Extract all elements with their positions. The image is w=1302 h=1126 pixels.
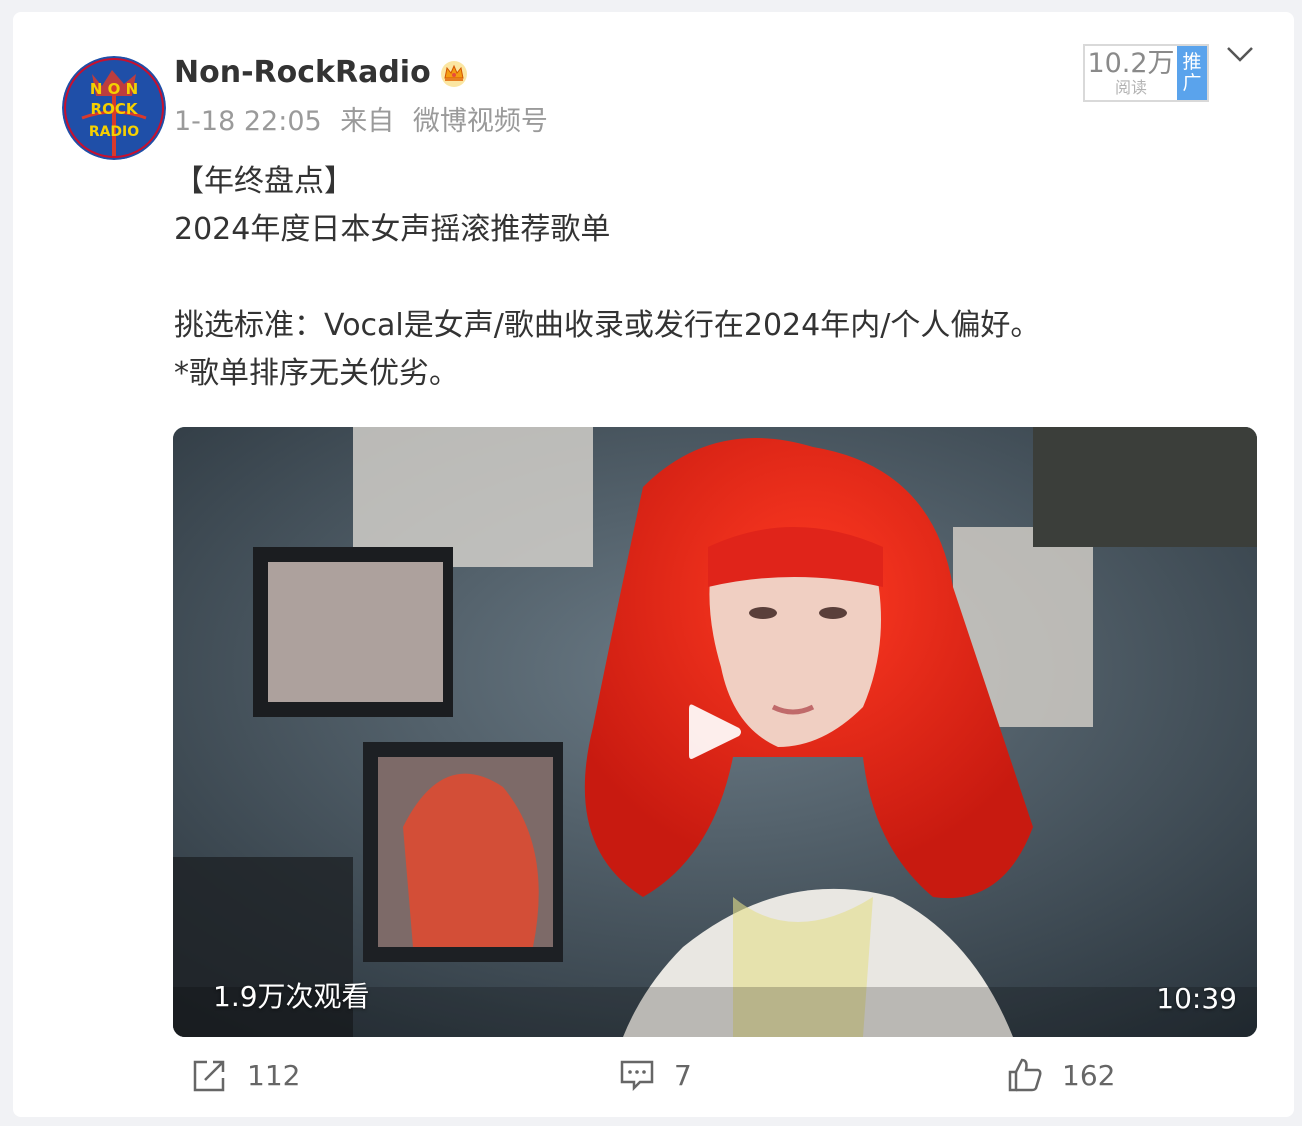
- post-line: 【年终盘点】: [174, 164, 354, 199]
- chevron-down-icon[interactable]: [1224, 42, 1256, 66]
- post-meta: 1-18 22:05 来自 微博视频号: [174, 104, 548, 140]
- weibo-post-card: N O N ROCK RADIO Non-RockRadio 1-18 22:0…: [13, 12, 1294, 1117]
- like-count: 162: [1062, 1058, 1116, 1092]
- play-icon[interactable]: [685, 699, 745, 765]
- thumbs-up-icon: [1008, 1058, 1042, 1092]
- like-button[interactable]: 162: [1006, 1056, 1115, 1094]
- radio-logo-icon: N O N ROCK RADIO: [62, 56, 166, 160]
- share-count: 112: [247, 1058, 301, 1092]
- post-line: [174, 254, 1254, 302]
- post-line: 2024年度日本女声摇滚推荐歌单: [174, 212, 611, 247]
- post-time[interactable]: 1-18 22:05: [174, 106, 322, 137]
- action-bar: 112 7 162: [13, 1056, 1294, 1100]
- post-text: 【年终盘点】 2024年度日本女声摇滚推荐歌单 挑选标准：Vocal是女声/歌曲…: [174, 158, 1254, 398]
- video-duration: 10:39: [1156, 982, 1237, 1015]
- svg-text:RADIO: RADIO: [89, 124, 139, 140]
- share-icon: [193, 1060, 225, 1092]
- read-label: 阅读: [1114, 78, 1147, 97]
- author-name-row: Non-RockRadio: [174, 54, 469, 92]
- post-source[interactable]: 微博视频号: [413, 106, 548, 137]
- promo-text-2: 广: [1182, 72, 1202, 94]
- video-player[interactable]: 1.9万次观看 10:39: [173, 427, 1257, 1037]
- video-view-count: 1.9万次观看: [213, 980, 370, 1013]
- promote-button[interactable]: 推 广: [1177, 46, 1207, 100]
- from-label: 来自: [340, 106, 395, 137]
- author-name[interactable]: Non-RockRadio: [174, 54, 431, 92]
- promo-text-1: 推: [1182, 51, 1202, 73]
- read-count: 10.2万: [1087, 48, 1175, 79]
- svg-text:N O N: N O N: [90, 80, 138, 98]
- post-line: *歌单排序无关优劣。: [174, 356, 459, 391]
- comment-button[interactable]: 7: [618, 1056, 692, 1094]
- post-line: 挑选标准：Vocal是女声/歌曲收录或发行在2024年内/个人偏好。: [174, 308, 1041, 343]
- crown-icon[interactable]: [439, 58, 469, 88]
- share-button[interactable]: 112: [191, 1056, 300, 1094]
- svg-text:ROCK: ROCK: [91, 100, 139, 118]
- comment-count: 7: [674, 1058, 692, 1092]
- read-count-badge[interactable]: 10.2万 阅读 推 广: [1083, 44, 1209, 102]
- avatar[interactable]: N O N ROCK RADIO: [62, 56, 166, 160]
- comment-icon: [620, 1060, 654, 1092]
- read-count-box: 10.2万 阅读: [1085, 46, 1177, 100]
